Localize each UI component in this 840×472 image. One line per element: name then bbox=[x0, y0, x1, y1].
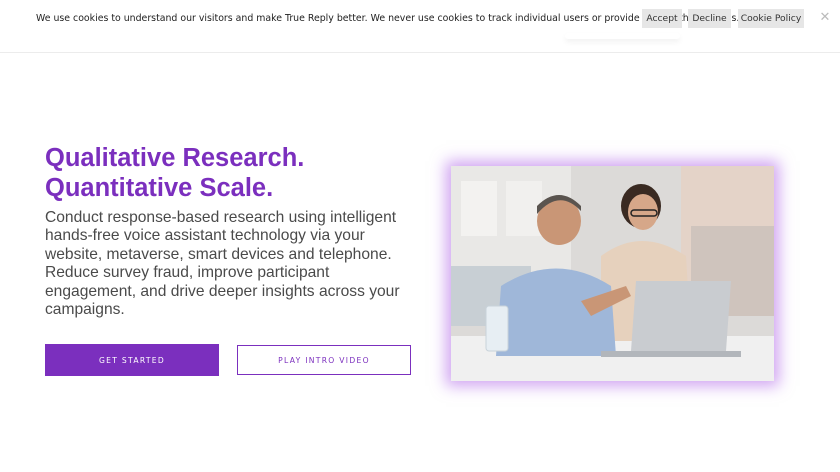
decline-cookies-button[interactable]: Decline bbox=[688, 9, 731, 28]
get-started-button[interactable]: GET STARTED bbox=[45, 344, 219, 376]
hero-title-line-1: Qualitative Research. bbox=[45, 144, 305, 172]
close-icon[interactable]: ✕ bbox=[818, 11, 832, 25]
play-intro-video-button[interactable]: PLAY INTRO VIDEO bbox=[237, 345, 411, 375]
accept-cookies-button[interactable]: Accept bbox=[642, 9, 682, 28]
hero-title: Qualitative Research. Quantitative Scale… bbox=[45, 144, 405, 203]
cookie-banner: We use cookies to understand our visitor… bbox=[0, 0, 840, 38]
hero-photo bbox=[451, 166, 774, 381]
hero-title-line-2: Quantitative Scale. bbox=[45, 173, 274, 202]
cookie-policy-button[interactable]: Cookie Policy bbox=[738, 9, 804, 28]
cookie-message: We use cookies to understand our visitor… bbox=[36, 13, 740, 24]
hero-photo-illustration bbox=[451, 166, 774, 381]
hero-description: Conduct response-based research using in… bbox=[45, 209, 400, 319]
header-divider bbox=[0, 52, 840, 53]
nav-button-shadow bbox=[565, 33, 680, 39]
